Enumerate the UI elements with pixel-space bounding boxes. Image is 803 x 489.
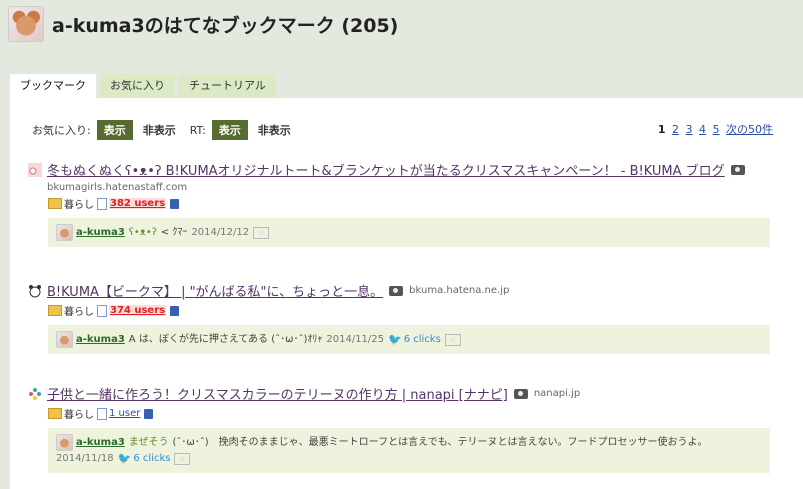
filter-bar: お気に入り: 表示 非表示 RT: 表示 非表示 — [32, 120, 305, 140]
tab-favorites[interactable]: お気に入り — [100, 74, 175, 98]
page-link[interactable]: 3 — [686, 123, 693, 136]
comment-text: A は、ぼくが先に押さえてある (ˆ･ω･ˆ)ｵﾘｬ — [128, 333, 323, 345]
add-star-icon[interactable]: ☆ — [253, 226, 270, 239]
entry-title-link[interactable]: 冬もぬくぬくʕ•ᴥ•ʔ B!KUMAオリジナルトート&ブランケットが当たるクリス… — [47, 160, 725, 179]
users-count-link[interactable]: 1 user — [109, 408, 140, 419]
comment-text: < ｸﾏｰ — [160, 226, 188, 238]
pagination: 1 2 3 4 5 次の50件 — [658, 121, 773, 137]
add-bookmark-icon[interactable] — [170, 305, 180, 316]
page-link[interactable]: 4 — [699, 123, 706, 136]
entry-tag[interactable]: 暮らし — [64, 303, 94, 318]
entry-domain: nanapi.jp — [533, 388, 581, 399]
document-icon — [97, 197, 107, 210]
twitter-clicks-link[interactable]: 6 clicks — [133, 451, 170, 467]
avatar[interactable] — [56, 224, 73, 241]
comment-user-link[interactable]: a-kuma3 — [76, 225, 125, 241]
twitter-bird-icon: 🐦 — [117, 452, 132, 465]
screenshot-icon[interactable] — [513, 388, 528, 399]
tab-bar: ブックマーク お気に入り チュートリアル — [10, 74, 276, 98]
entry-tag[interactable]: 暮らし — [64, 406, 94, 421]
document-icon — [97, 407, 107, 420]
comment-user-link[interactable]: a-kuma3 — [76, 332, 125, 348]
comment-tag[interactable]: まぜそう — [129, 435, 169, 451]
next-page-link[interactable]: 次の50件 — [726, 123, 773, 136]
comment-tag[interactable]: ʕ•ᴥ•ʔ — [129, 225, 157, 241]
user-avatar[interactable] — [8, 6, 44, 42]
add-star-icon[interactable]: ☆ — [444, 333, 461, 346]
comment-timestamp[interactable]: 2014/12/12 — [191, 225, 249, 241]
users-count-link[interactable]: 382 users — [109, 198, 167, 209]
screenshot-icon[interactable] — [389, 285, 404, 296]
comment-timestamp[interactable]: 2014/11/25 — [326, 332, 384, 348]
page-current: 1 — [657, 123, 666, 136]
folder-icon — [48, 305, 62, 316]
entry-title-link[interactable]: B!KUMA【ビークマ】 | "がんばる私"に、ちょっと一息。 — [47, 281, 383, 300]
bookmark-entry: B!KUMA【ビークマ】 | "がんばる私"に、ちょっと一息。 bkuma.ha… — [28, 281, 776, 354]
bookmark-entry: 子供と一緒に作ろう！クリスマスカラーのテリーヌの作り方 | nanapi [ナナ… — [28, 384, 776, 473]
tab-tutorial[interactable]: チュートリアル — [179, 74, 276, 98]
fav-show-button[interactable]: 表示 — [96, 120, 133, 140]
avatar[interactable] — [56, 331, 73, 348]
bookmark-panel: お気に入り: 表示 非表示 RT: 表示 非表示 1 2 3 4 5 次の50件… — [10, 98, 803, 489]
add-bookmark-icon[interactable] — [170, 198, 180, 209]
entry-title-link[interactable]: 子供と一緒に作ろう！クリスマスカラーのテリーヌの作り方 | nanapi [ナナ… — [47, 384, 508, 403]
page-header: a-kuma3のはてなブックマーク (205) — [8, 6, 398, 42]
fav-filter-label: お気に入り: — [32, 124, 91, 137]
screenshot-icon[interactable] — [730, 164, 745, 175]
rt-hide-button[interactable]: 非表示 — [258, 122, 291, 138]
rt-filter-label: RT: — [189, 123, 206, 137]
page-title: a-kuma3のはてなブックマーク (205) — [52, 14, 399, 37]
bookmark-entry: 冬もぬくぬくʕ•ᴥ•ʔ B!KUMAオリジナルトート&ブランケットが当たるクリス… — [28, 160, 776, 247]
folder-icon — [48, 408, 62, 419]
add-bookmark-icon[interactable] — [144, 408, 154, 419]
page-link[interactable]: 5 — [713, 123, 720, 136]
users-count-link[interactable]: 374 users — [109, 305, 167, 316]
bkuma-favicon-icon — [28, 162, 42, 177]
twitter-bird-icon: 🐦 — [388, 332, 402, 346]
bkuma-bear-favicon-icon — [29, 284, 41, 297]
comment-box: a-kuma3 A は、ぼくが先に押さえてある (ˆ･ω･ˆ)ｵﾘｬ 2014/… — [48, 325, 770, 354]
twitter-clicks-link[interactable]: 6 clicks — [404, 332, 441, 348]
entry-domain: bkuma.hatena.ne.jp — [409, 285, 510, 296]
avatar[interactable] — [56, 434, 73, 451]
comment-timestamp[interactable]: 2014/11/18 — [56, 451, 114, 467]
comment-text: (ˆ･ω･ˆ) 挽肉そのままじゃ、最悪ミートローフとは言えでも、テリーヌとは言え… — [172, 436, 708, 448]
page-link[interactable]: 2 — [672, 123, 679, 136]
entry-tag[interactable]: 暮らし — [64, 196, 94, 211]
tab-bookmarks[interactable]: ブックマーク — [10, 74, 96, 98]
comment-box: a-kuma3 まぜそう (ˆ･ω･ˆ) 挽肉そのままじゃ、最悪ミートローフとは… — [48, 428, 770, 473]
entry-domain: bkumagirls.hatenastaff.com — [47, 182, 188, 193]
fav-hide-button[interactable]: 非表示 — [143, 122, 176, 138]
rt-show-button[interactable]: 表示 — [211, 120, 248, 140]
add-star-icon[interactable]: ☆ — [174, 453, 191, 465]
document-icon — [97, 304, 107, 317]
comment-user-link[interactable]: a-kuma3 — [76, 435, 125, 451]
folder-icon — [48, 198, 62, 209]
nanapi-favicon-icon — [29, 387, 41, 400]
comment-box: a-kuma3 ʕ•ᴥ•ʔ < ｸﾏｰ 2014/12/12 ☆ — [48, 218, 770, 247]
